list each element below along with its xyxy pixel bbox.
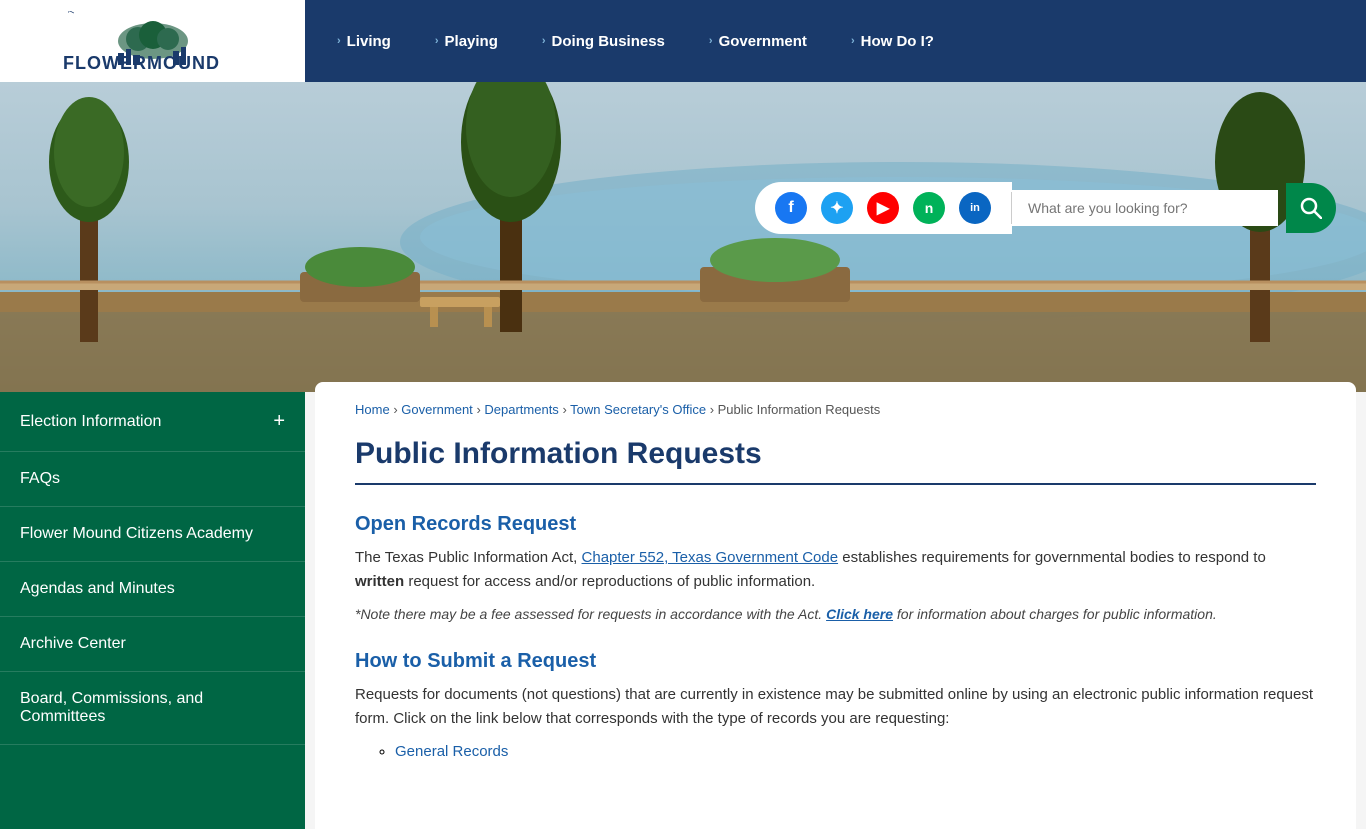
section-open-records: Open Records Request The Texas Public In… — [355, 513, 1316, 622]
search-input[interactable] — [1028, 200, 1268, 216]
sidebar-label-flower-mound-citizens-academy: Flower Mound Citizens Academy — [20, 525, 253, 543]
breadcrumb-separator-4: › — [710, 402, 718, 417]
nav-item-how-do-i[interactable]: › How Do I? — [829, 0, 956, 82]
nav-label-doing-business: Doing Business — [552, 33, 665, 50]
svg-text:FLOWERMOUND: FLOWERMOUND — [63, 53, 220, 71]
breadcrumb-government[interactable]: Government — [401, 402, 473, 417]
how-to-submit-heading: How to Submit a Request — [355, 650, 1316, 673]
sidebar-item-board-commissions-committees[interactable]: Board, Commissions, and Committees — [0, 672, 305, 745]
nav-item-playing[interactable]: › Playing — [413, 0, 520, 82]
nav-item-government[interactable]: › Government — [687, 0, 829, 82]
hero-illustration — [0, 82, 1366, 392]
svg-text:T E X A S: T E X A S — [115, 70, 176, 71]
fee-note: *Note there may be a fee assessed for re… — [355, 606, 1316, 622]
youtube-icon[interactable]: ▶ — [867, 192, 899, 224]
search-icon — [1300, 197, 1322, 219]
logo-area: THE TOWN OF FLOWERMOUND T E X A S — [0, 0, 305, 82]
section-how-to-submit: How to Submit a Request Requests for doc… — [355, 650, 1316, 761]
click-here-link[interactable]: Click here — [826, 606, 893, 622]
search-input-container — [1012, 190, 1278, 226]
open-records-heading: Open Records Request — [355, 513, 1316, 536]
sidebar-label-election-information: Election Information — [20, 413, 161, 431]
nav-label-how-do-i: How Do I? — [861, 33, 934, 50]
hero-banner: f ✦ ▶ n in — [0, 82, 1366, 392]
sidebar-plus-election-information: + — [273, 410, 285, 433]
nav-arrow-living: › — [337, 35, 341, 47]
nav-arrow-how-do-i: › — [851, 35, 855, 47]
sidebar-label-agendas-and-minutes: Agendas and Minutes — [20, 580, 175, 598]
sidebar-label-archive-center: Archive Center — [20, 635, 126, 653]
main-layout: Election Information + FAQs Flower Mound… — [0, 392, 1366, 829]
open-records-text: The Texas Public Information Act, Chapte… — [355, 546, 1316, 594]
breadcrumb: Home › Government › Departments › Town S… — [355, 402, 1316, 417]
breadcrumb-separator-3: › — [562, 402, 570, 417]
logo-svg: THE TOWN OF FLOWERMOUND T E X A S — [43, 11, 263, 71]
nav-arrow-playing: › — [435, 35, 439, 47]
breadcrumb-current: Public Information Requests — [718, 402, 881, 417]
breadcrumb-departments[interactable]: Departments — [484, 402, 558, 417]
general-records-link[interactable]: General Records — [395, 743, 508, 760]
main-nav: › Living › Playing › Doing Business › Go… — [305, 0, 1366, 82]
nav-arrow-doing-business: › — [542, 35, 546, 47]
nav-item-doing-business[interactable]: › Doing Business — [520, 0, 687, 82]
nav-item-living[interactable]: › Living — [315, 0, 413, 82]
search-bar-container: f ✦ ▶ n in — [300, 182, 1366, 234]
sidebar-item-archive-center[interactable]: Archive Center — [0, 617, 305, 672]
facebook-icon[interactable]: f — [775, 192, 807, 224]
social-icons-container: f ✦ ▶ n in — [755, 182, 1011, 234]
sidebar-label-board-commissions-committees: Board, Commissions, and Committees — [20, 690, 285, 726]
search-button[interactable] — [1286, 183, 1336, 233]
sidebar-item-election-information[interactable]: Election Information + — [0, 392, 305, 452]
nav-arrow-government: › — [709, 35, 713, 47]
chapter-552-link[interactable]: Chapter 552, Texas Government Code — [582, 549, 839, 566]
records-list-item-general: General Records — [395, 743, 1316, 761]
how-to-submit-text: Requests for documents (not questions) t… — [355, 683, 1316, 731]
content-area: Home › Government › Departments › Town S… — [315, 382, 1356, 829]
nextdoor-icon[interactable]: n — [913, 192, 945, 224]
sidebar-item-faqs[interactable]: FAQs — [0, 452, 305, 507]
breadcrumb-home[interactable]: Home — [355, 402, 390, 417]
page-title: Public Information Requests — [355, 437, 1316, 485]
svg-text:THE TOWN OF: THE TOWN OF — [66, 11, 112, 16]
linkedin-icon[interactable]: in — [959, 192, 991, 224]
nav-label-living: Living — [347, 33, 391, 50]
sidebar-item-flower-mound-citizens-academy[interactable]: Flower Mound Citizens Academy — [0, 507, 305, 562]
nav-label-playing: Playing — [445, 33, 498, 50]
sidebar: Election Information + FAQs Flower Mound… — [0, 392, 305, 829]
sidebar-item-agendas-and-minutes[interactable]: Agendas and Minutes — [0, 562, 305, 617]
sidebar-label-faqs: FAQs — [20, 470, 60, 488]
nav-label-government: Government — [719, 33, 807, 50]
twitter-icon[interactable]: ✦ — [821, 192, 853, 224]
records-list: General Records — [395, 743, 1316, 761]
breadcrumb-town-secretary[interactable]: Town Secretary's Office — [570, 402, 706, 417]
